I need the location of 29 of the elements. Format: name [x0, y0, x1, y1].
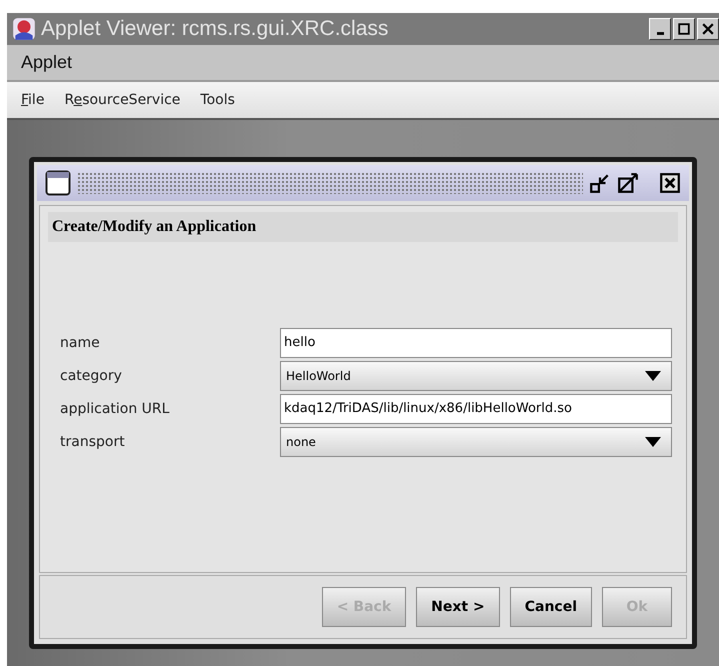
close-icon[interactable] — [659, 172, 681, 194]
caret-icon — [645, 371, 661, 381]
close-button[interactable] — [697, 18, 719, 40]
dialog-button[interactable]: Cancel — [510, 587, 592, 627]
minimize-icon — [656, 32, 664, 34]
field-label: category — [60, 368, 123, 384]
dialog-button[interactable]: Next > — [416, 587, 500, 627]
section-heading: Create/Modify an Application — [48, 212, 678, 242]
maximize-button[interactable] — [673, 18, 695, 40]
menu-item[interactable]: File — [21, 92, 44, 108]
field-label: application URL — [60, 401, 170, 417]
input-field[interactable]: hello — [280, 328, 672, 358]
window-icon — [45, 170, 71, 196]
menu-item[interactable]: ResourceService — [64, 92, 180, 108]
maximize-icon[interactable] — [617, 172, 639, 194]
caret-icon — [645, 437, 661, 447]
applet-icon — [11, 16, 37, 42]
menu-item[interactable]: Tools — [200, 92, 235, 108]
field-label: transport — [60, 434, 126, 450]
iconify-icon[interactable] — [589, 172, 611, 194]
close-icon — [702, 23, 714, 35]
window-title: Applet Viewer: rcms.rs.gui.XRC.class — [41, 17, 390, 41]
dropdown[interactable]: HelloWorld — [280, 361, 672, 391]
input-field[interactable]: kdaq12/TriDAS/lib/linux/x86/libHelloWorld.so — [280, 394, 672, 424]
maximize-icon — [678, 23, 690, 35]
menu-item[interactable]: Applet — [21, 52, 72, 73]
dropdown[interactable]: none — [280, 427, 672, 457]
field-label: name — [60, 335, 101, 351]
minimize-button[interactable] — [649, 18, 671, 40]
